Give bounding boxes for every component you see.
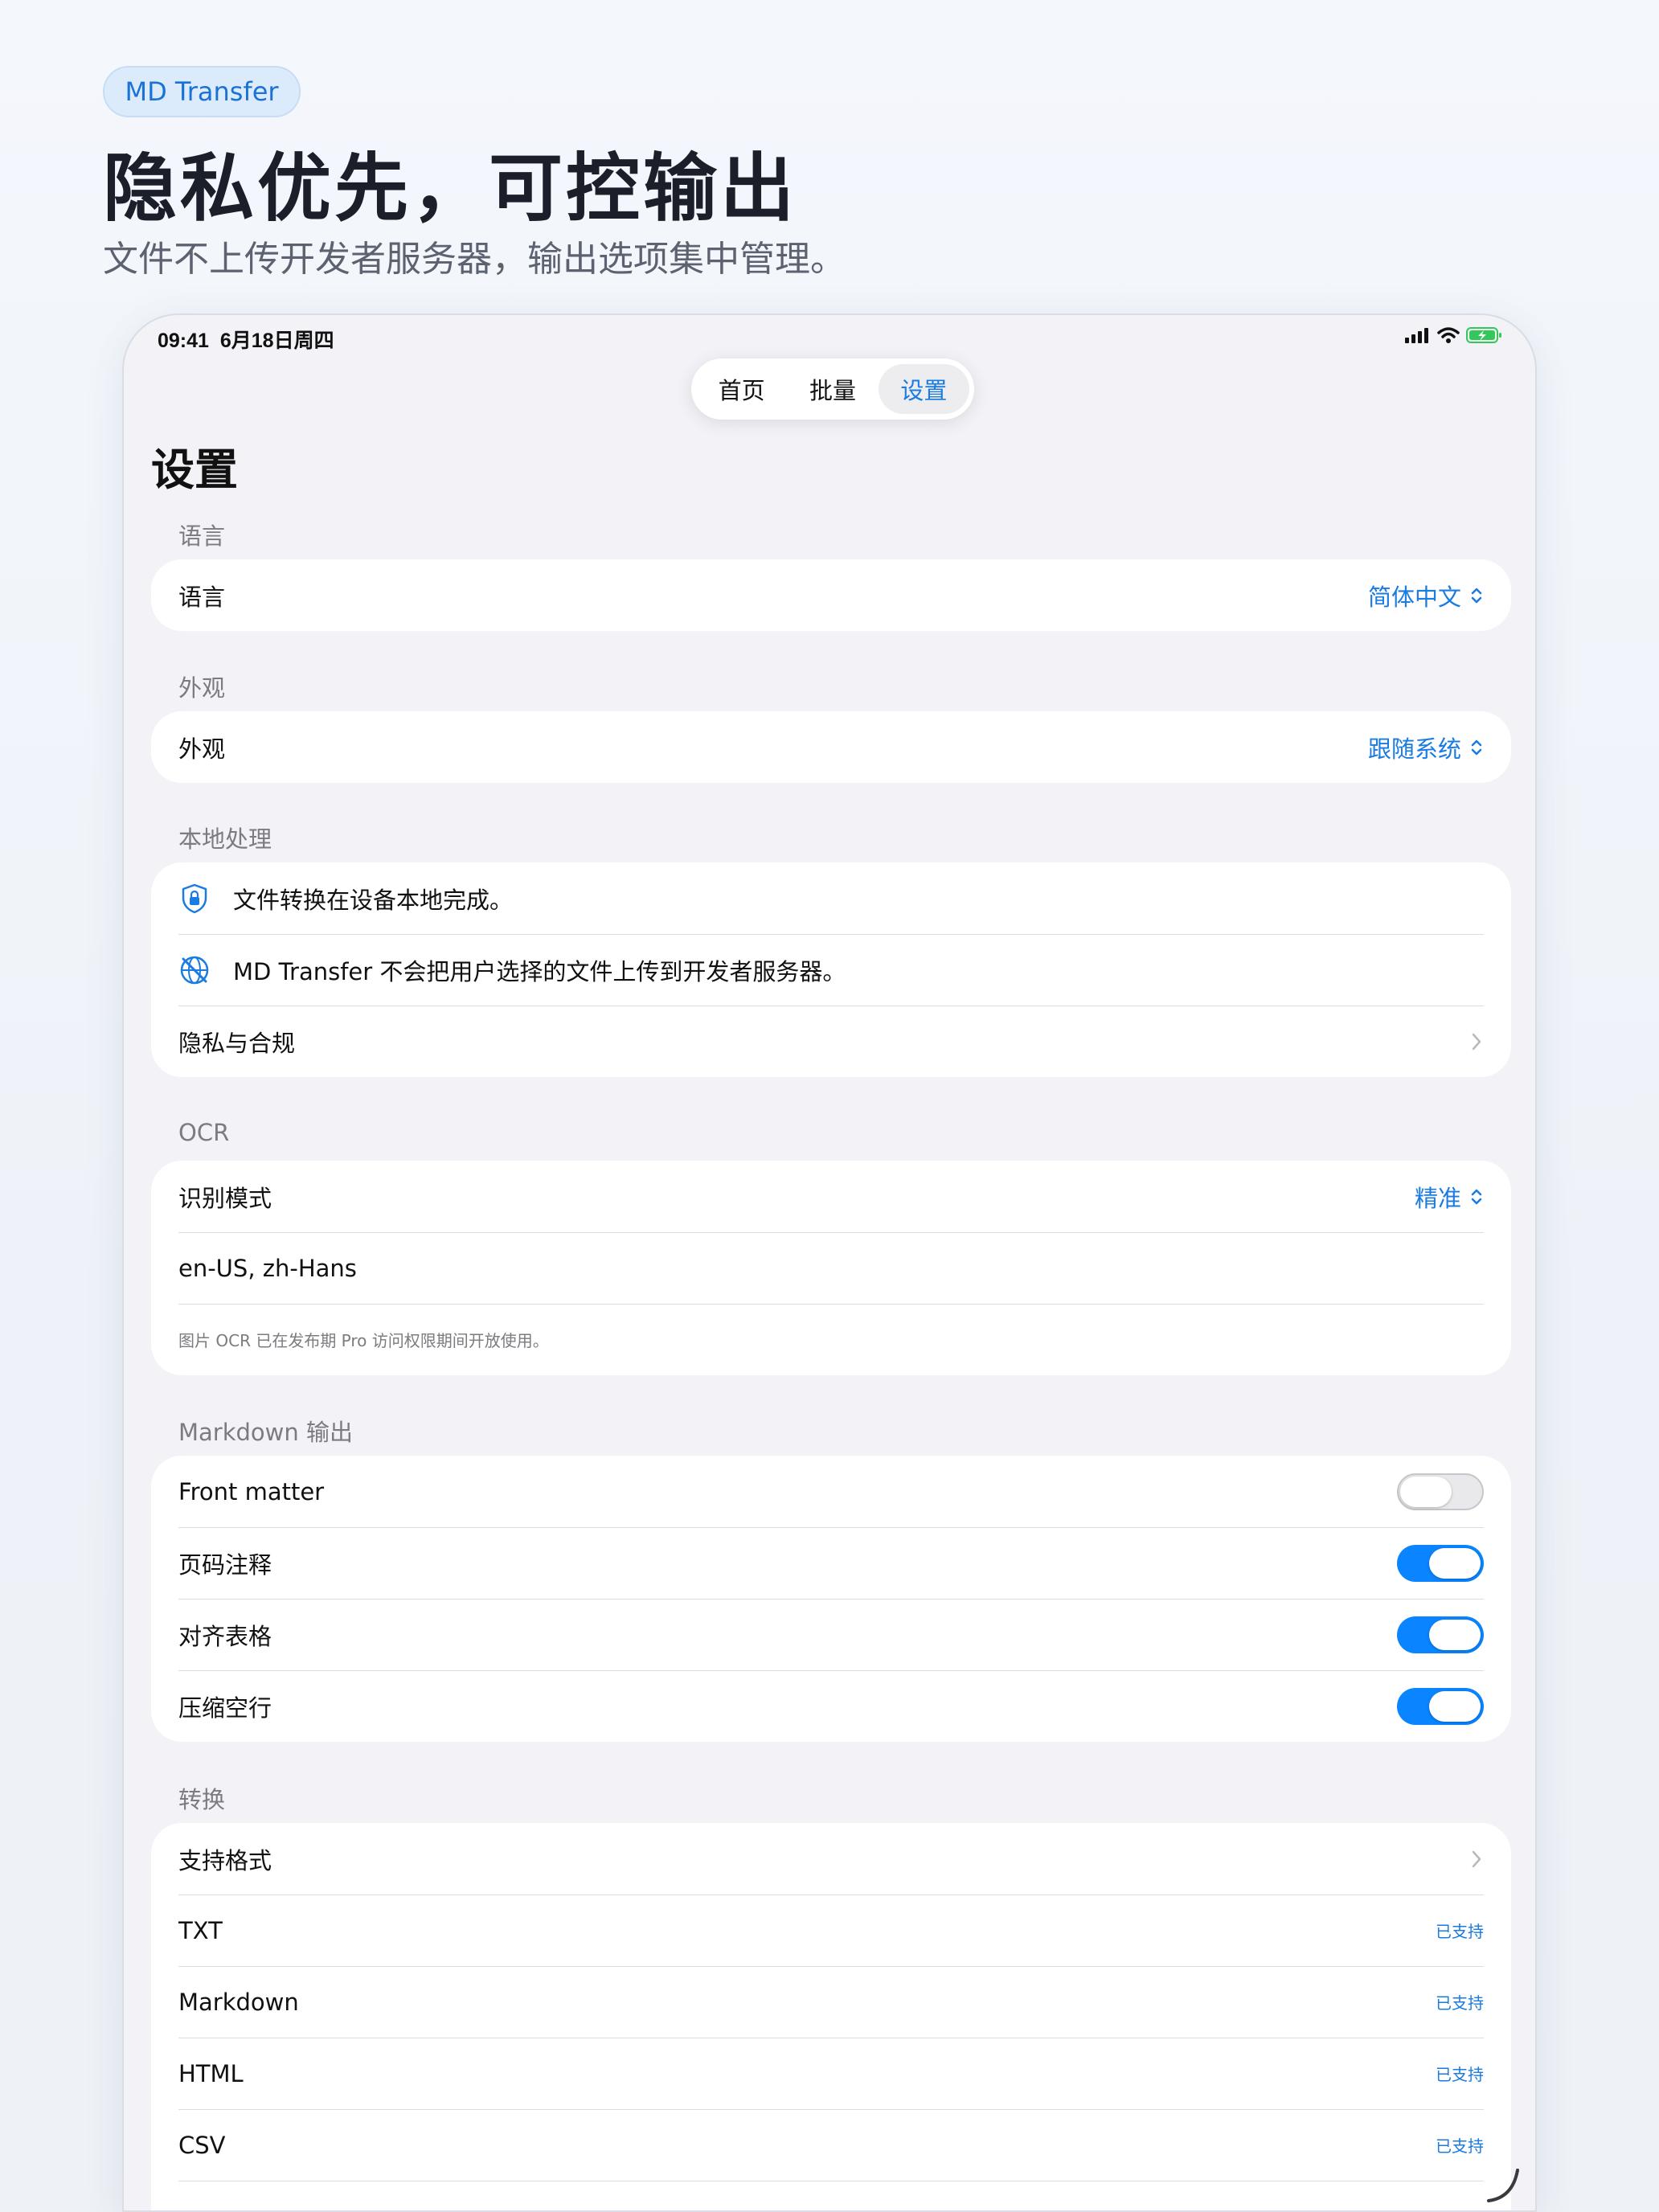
chevron-up-down-icon bbox=[1471, 1189, 1482, 1204]
section-header-conversion: 转换 bbox=[178, 1786, 226, 1813]
format-name: Markdown bbox=[178, 1988, 299, 2016]
shield-lock-icon bbox=[178, 883, 211, 915]
segmented-tab-bar: 首页 批量 设置 bbox=[691, 358, 974, 420]
format-row-partial bbox=[151, 2181, 1511, 2210]
format-row-csv: CSV 已支持 bbox=[151, 2109, 1511, 2181]
cellular-signal-icon bbox=[1405, 328, 1428, 343]
appearance-group: 外观 跟随系统 bbox=[151, 711, 1511, 783]
ocr-languages-row[interactable]: en-US, zh-Hans bbox=[151, 1232, 1511, 1304]
chevron-up-down-icon bbox=[1471, 588, 1482, 603]
status-date: 6月18日周四 bbox=[219, 330, 334, 352]
local-processing-group: 文件转换在设备本地完成。 MD Transfer 不会把用户选择的文件上传到开发… bbox=[151, 862, 1511, 1077]
front-matter-row: Front matter bbox=[151, 1456, 1511, 1527]
markdown-output-group: Front matter 页码注释 对齐表格 压缩空行 bbox=[151, 1456, 1511, 1742]
chevron-up-down-icon bbox=[1471, 739, 1482, 755]
ocr-group: 识别模式 精准 en-US, zh-Hans 图片 OCR 已在发布期 Pro … bbox=[151, 1161, 1511, 1375]
page-title: 设置 bbox=[151, 444, 238, 495]
format-status: 已支持 bbox=[1436, 1993, 1484, 2013]
align-tables-label: 对齐表格 bbox=[178, 1622, 272, 1650]
format-name: TXT bbox=[178, 1916, 223, 1944]
language-picker[interactable]: 简体中文 bbox=[1368, 579, 1484, 612]
page-number-comments-row: 页码注释 bbox=[151, 1527, 1511, 1599]
ocr-mode-row[interactable]: 识别模式 精准 bbox=[151, 1161, 1511, 1232]
ocr-mode-picker[interactable]: 精准 bbox=[1415, 1180, 1484, 1214]
app-badge: MD Transfer bbox=[103, 66, 301, 117]
page-number-comments-label: 页码注释 bbox=[178, 1550, 272, 1579]
align-tables-toggle[interactable] bbox=[1397, 1616, 1484, 1653]
compress-blank-lines-toggle[interactable] bbox=[1397, 1687, 1484, 1725]
appearance-picker[interactable]: 跟随系统 bbox=[1368, 731, 1484, 764]
battery-charging-icon bbox=[1466, 327, 1501, 343]
no-upload-text: MD Transfer 不会把用户选择的文件上传到开发者服务器。 bbox=[233, 957, 846, 985]
format-status: 已支持 bbox=[1436, 2065, 1484, 2084]
compress-blank-lines-row: 压缩空行 bbox=[151, 1670, 1511, 1742]
format-status: 已支持 bbox=[1436, 1922, 1484, 1941]
appearance-label: 外观 bbox=[178, 735, 226, 763]
privacy-compliance-label: 隐私与合规 bbox=[178, 1029, 296, 1057]
format-status: 已支持 bbox=[1436, 2136, 1484, 2156]
supported-formats-label: 支持格式 bbox=[178, 1846, 272, 1874]
ocr-mode-label: 识别模式 bbox=[178, 1184, 272, 1212]
front-matter-label: Front matter bbox=[178, 1477, 325, 1505]
compress-blank-lines-label: 压缩空行 bbox=[178, 1694, 272, 1722]
format-row-txt: TXT 已支持 bbox=[151, 1895, 1511, 1966]
conversion-group: 支持格式 TXT 已支持 Markdown 已支持 HTML 已支持 CSV 已… bbox=[151, 1823, 1511, 2210]
device-frame: 09:41 6月18日周四 首页 批量 设置 设置 语言 语言 简体中文 外观 … bbox=[122, 313, 1537, 2212]
wifi-icon bbox=[1437, 327, 1460, 343]
privacy-compliance-row[interactable]: 隐私与合规 bbox=[151, 1006, 1511, 1077]
ocr-languages-text: en-US, zh-Hans bbox=[178, 1254, 357, 1282]
no-upload-row: MD Transfer 不会把用户选择的文件上传到开发者服务器。 bbox=[151, 934, 1511, 1006]
tab-batch[interactable]: 批量 bbox=[787, 364, 878, 414]
tab-settings[interactable]: 设置 bbox=[878, 364, 969, 414]
status-clock: 09:41 bbox=[158, 330, 209, 352]
status-time: 09:41 6月18日周四 bbox=[158, 325, 334, 354]
subheadline: 文件不上传开发者服务器，输出选项集中管理。 bbox=[103, 239, 846, 280]
format-row-markdown: Markdown 已支持 bbox=[151, 1966, 1511, 2038]
section-header-appearance: 外观 bbox=[178, 674, 226, 702]
ocr-footnote-row: 图片 OCR 已在发布期 Pro 访问权限期间开放使用。 bbox=[151, 1304, 1511, 1375]
section-header-local: 本地处理 bbox=[178, 825, 272, 853]
language-value: 简体中文 bbox=[1367, 583, 1461, 611]
language-group: 语言 简体中文 bbox=[151, 559, 1511, 631]
chevron-right-icon bbox=[1472, 1033, 1481, 1050]
tab-home[interactable]: 首页 bbox=[696, 364, 787, 414]
section-header-markdown: Markdown 输出 bbox=[178, 1419, 353, 1446]
language-row[interactable]: 语言 简体中文 bbox=[151, 559, 1511, 631]
section-header-language: 语言 bbox=[178, 522, 226, 550]
page-number-comments-toggle[interactable] bbox=[1397, 1544, 1484, 1582]
scroll-corner-icon bbox=[1487, 2169, 1519, 2202]
front-matter-toggle[interactable] bbox=[1397, 1473, 1484, 1510]
globe-slash-icon bbox=[178, 954, 211, 986]
ocr-footnote: 图片 OCR 已在发布期 Pro 访问权限期间开放使用。 bbox=[178, 1331, 549, 1350]
format-name: CSV bbox=[178, 2131, 226, 2159]
align-tables-row: 对齐表格 bbox=[151, 1599, 1511, 1670]
supported-formats-row[interactable]: 支持格式 bbox=[151, 1823, 1511, 1895]
appearance-value: 跟随系统 bbox=[1367, 735, 1461, 763]
chevron-right-icon bbox=[1472, 1850, 1481, 1867]
status-bar: 09:41 6月18日周四 bbox=[124, 315, 1535, 360]
appearance-row[interactable]: 外观 跟随系统 bbox=[151, 711, 1511, 783]
section-header-ocr: OCR bbox=[178, 1119, 230, 1146]
local-info-text: 文件转换在设备本地完成。 bbox=[233, 886, 514, 914]
local-info-row: 文件转换在设备本地完成。 bbox=[151, 862, 1511, 934]
headline: 隐私优先，可控输出 bbox=[103, 145, 798, 231]
ocr-mode-value: 精准 bbox=[1414, 1184, 1461, 1212]
language-label: 语言 bbox=[178, 583, 226, 611]
format-name: HTML bbox=[178, 2059, 244, 2087]
format-row-html: HTML 已支持 bbox=[151, 2038, 1511, 2109]
